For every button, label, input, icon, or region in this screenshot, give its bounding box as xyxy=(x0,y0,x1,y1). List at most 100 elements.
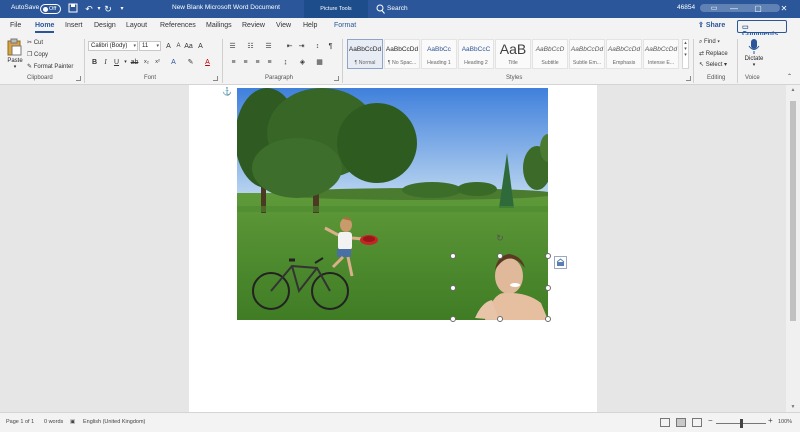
paste-button[interactable]: Paste ▾ xyxy=(6,38,24,70)
replace-button[interactable]: ⇄ Replace xyxy=(699,50,728,57)
resize-handle[interactable] xyxy=(545,316,551,322)
customize-qat-icon[interactable]: ▾ xyxy=(116,3,128,15)
vertical-scrollbar[interactable]: ▲ ▼ xyxy=(786,85,800,412)
tab-home[interactable]: Home xyxy=(35,22,55,33)
tab-layout[interactable]: Layout xyxy=(126,22,147,29)
proofing-icon[interactable]: ▣ xyxy=(70,419,75,425)
multilevel-list-icon[interactable]: ☰ xyxy=(264,42,273,51)
font-color-icon[interactable]: A xyxy=(203,58,212,67)
strikethrough-icon[interactable]: ab xyxy=(130,58,139,67)
tab-view[interactable]: View xyxy=(276,22,291,29)
scroll-down-icon[interactable]: ▼ xyxy=(786,402,800,412)
increase-indent-icon[interactable]: ⇥ xyxy=(297,42,306,51)
zoom-in-icon[interactable]: + xyxy=(768,416,773,425)
align-left-icon[interactable]: ≡ xyxy=(229,58,238,67)
tab-references[interactable]: References xyxy=(160,22,196,29)
align-right-icon[interactable]: ≡ xyxy=(253,58,262,67)
bullets-icon[interactable]: ☰ xyxy=(228,42,237,51)
styles-gallery-scroll[interactable]: ▴ ▾ ▾ xyxy=(682,39,689,69)
clipboard-launcher-icon[interactable] xyxy=(76,76,81,81)
resize-handle[interactable] xyxy=(450,316,456,322)
style-intense-emphasis[interactable]: AaBbCcDd Intense E... xyxy=(643,39,679,69)
styles-launcher-icon[interactable] xyxy=(686,76,691,81)
shrink-font-icon[interactable]: A xyxy=(174,42,183,51)
shading-icon[interactable]: ◈ xyxy=(298,58,307,67)
style-emphasis[interactable]: AaBbCcDd Emphasis xyxy=(606,39,642,69)
align-center-icon[interactable]: ≡ xyxy=(241,58,250,67)
tab-mailings[interactable]: Mailings xyxy=(206,22,232,29)
cut-button[interactable]: ✂ Cut xyxy=(27,39,43,46)
paragraph-launcher-icon[interactable] xyxy=(334,76,339,81)
search-box[interactable]: Search xyxy=(376,3,512,15)
numbering-icon[interactable]: ☷ xyxy=(246,42,255,51)
style-title[interactable]: AaB Title xyxy=(495,39,531,69)
share-button[interactable]: ⇪ Share xyxy=(698,21,730,33)
resize-handle[interactable] xyxy=(545,253,551,259)
tab-insert[interactable]: Insert xyxy=(65,22,83,29)
resize-handle[interactable] xyxy=(497,253,503,259)
save-icon[interactable] xyxy=(67,3,79,15)
clear-formatting-icon[interactable]: A xyxy=(196,42,205,51)
resize-handle[interactable] xyxy=(450,285,456,291)
sort-icon[interactable]: ↕ xyxy=(313,42,322,51)
text-effects-icon[interactable]: A xyxy=(169,58,178,67)
tab-help[interactable]: Help xyxy=(303,22,317,29)
style-heading-2[interactable]: AaBbCcC Heading 2 xyxy=(458,39,494,69)
resize-handle[interactable] xyxy=(450,253,456,259)
scrollbar-thumb[interactable] xyxy=(790,101,796,321)
scroll-up-icon[interactable]: ▲ xyxy=(786,85,800,95)
autosave-toggle[interactable]: Off xyxy=(40,4,61,14)
font-name-select[interactable]: Calibri (Body) ▾ xyxy=(88,41,138,51)
collapse-ribbon-icon[interactable]: ⌃ xyxy=(785,73,794,82)
zoom-level[interactable]: 100% xyxy=(778,419,792,425)
print-layout-icon[interactable] xyxy=(676,418,686,427)
language-status[interactable]: English (United Kingdom) xyxy=(83,419,145,425)
layout-options-button[interactable] xyxy=(554,256,567,269)
format-painter-button[interactable]: ✎ Format Painter xyxy=(27,63,73,70)
tab-format[interactable]: Format xyxy=(334,22,356,29)
underline-icon[interactable]: U xyxy=(112,58,121,67)
word-count[interactable]: 0 words xyxy=(44,419,63,425)
style-subtle-emphasis[interactable]: AaBbCcDd Subtle Em... xyxy=(569,39,605,69)
rotate-handle-icon[interactable]: ↻ xyxy=(495,233,505,243)
subscript-icon[interactable]: x₂ xyxy=(142,58,151,67)
underline-dropdown-icon[interactable]: ▾ xyxy=(121,58,130,67)
find-button[interactable]: ⌕ Find ▾ xyxy=(699,39,720,46)
superscript-icon[interactable]: x² xyxy=(153,58,162,67)
style-normal[interactable]: AaBbCcDd ¶ Normal xyxy=(347,39,383,69)
grow-font-icon[interactable]: A xyxy=(164,42,173,51)
redo-icon[interactable]: ↻ xyxy=(102,3,114,15)
tab-review[interactable]: Review xyxy=(242,22,265,29)
change-case-icon[interactable]: Aa xyxy=(184,42,193,51)
select-button[interactable]: ↖ Select ▾ xyxy=(699,61,727,68)
close-icon[interactable]: ✕ xyxy=(770,0,798,18)
borders-icon[interactable]: ▦ xyxy=(315,58,324,67)
tab-file[interactable]: File xyxy=(10,22,21,29)
style-subtitle[interactable]: AaBbCcD Subtitle xyxy=(532,39,568,69)
copy-button[interactable]: ❐ Copy xyxy=(27,51,48,58)
read-mode-icon[interactable] xyxy=(660,418,670,427)
zoom-out-icon[interactable]: − xyxy=(708,416,713,425)
pilcrow-icon[interactable]: ¶ xyxy=(326,42,335,51)
style-no-spacing[interactable]: AaBbCcDd ¶ No Spac... xyxy=(384,39,420,69)
resize-handle[interactable] xyxy=(545,285,551,291)
tab-design[interactable]: Design xyxy=(94,22,116,29)
justify-icon[interactable]: ≡ xyxy=(265,58,274,67)
bold-icon[interactable]: B xyxy=(90,58,99,67)
dictate-button[interactable]: Dictate ▾ xyxy=(742,38,766,72)
italic-icon[interactable]: I xyxy=(101,58,110,67)
maximize-icon[interactable]: ▢ xyxy=(744,0,772,18)
line-spacing-icon[interactable]: ↨ xyxy=(281,58,290,67)
comments-button[interactable]: ▭ Comments xyxy=(737,20,787,38)
resize-handle[interactable] xyxy=(497,316,503,322)
picture-selection[interactable] xyxy=(453,256,548,319)
style-heading-1[interactable]: AaBbCc Heading 1 xyxy=(421,39,457,69)
font-size-select[interactable]: 11 ▾ xyxy=(139,41,161,51)
more-icon[interactable]: ▾ xyxy=(683,52,688,58)
highlight-icon[interactable]: ✎ xyxy=(186,58,195,67)
page-count[interactable]: Page 1 of 1 xyxy=(6,419,34,425)
zoom-slider-thumb[interactable] xyxy=(740,419,743,428)
decrease-indent-icon[interactable]: ⇤ xyxy=(285,42,294,51)
web-layout-icon[interactable] xyxy=(692,418,702,427)
font-launcher-icon[interactable] xyxy=(213,76,218,81)
